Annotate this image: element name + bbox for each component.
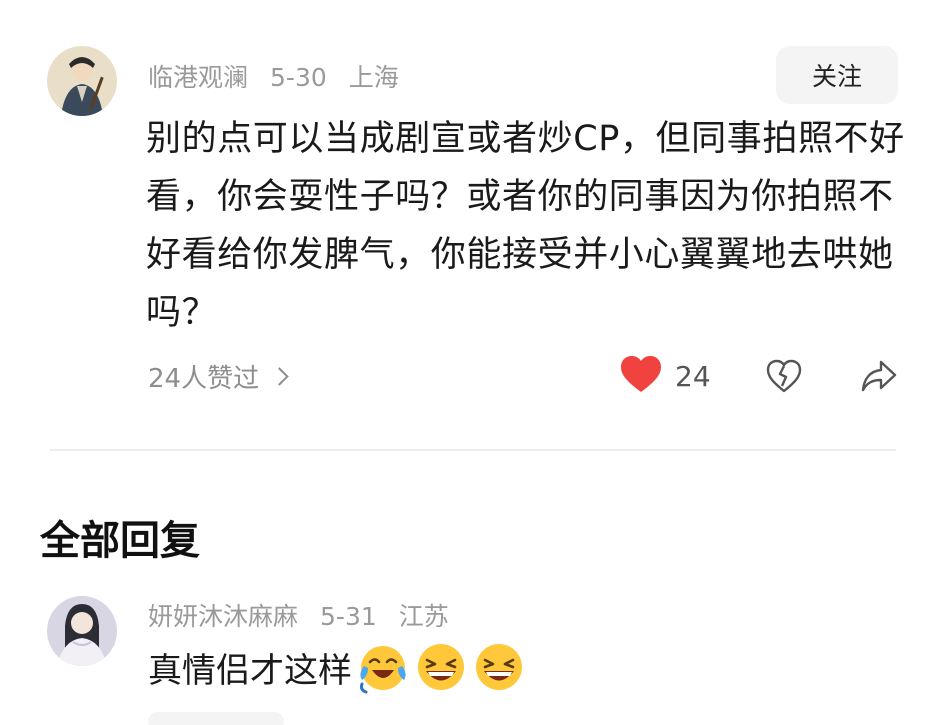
dislike-button[interactable] bbox=[765, 358, 803, 398]
reply-text: 真情侣才这样 bbox=[148, 650, 352, 691]
crying-laughing-emoji bbox=[356, 640, 410, 694]
comment-body: 别的点可以当成剧宣或者炒CP，但同事拍照不好看，你会耍性子吗？或者你的同事因为你… bbox=[146, 119, 905, 333]
chevron-right-icon bbox=[270, 367, 289, 386]
comment-location: 上海 bbox=[348, 63, 399, 92]
likers-count-label: 24人赞过 bbox=[148, 364, 260, 394]
like-count: 24 bbox=[675, 359, 711, 393]
replies-section-title: 全部回复 bbox=[40, 518, 200, 564]
section-divider bbox=[50, 449, 896, 451]
reply-author-name[interactable]: 妍妍沐沐麻麻 bbox=[148, 602, 298, 631]
share-icon bbox=[860, 360, 898, 398]
reply-body: 真情侣才这样 bbox=[148, 640, 526, 694]
follow-button[interactable]: 关注 bbox=[776, 46, 898, 104]
comment-meta: 临港观澜 5-30 上海 bbox=[148, 58, 421, 94]
broken-heart-icon bbox=[765, 359, 803, 398]
reply-date: 5-31 bbox=[320, 602, 377, 631]
likers-link[interactable]: 24人赞过 bbox=[148, 358, 289, 395]
reply-meta: 妍妍沐沐麻麻 5-31 江苏 bbox=[148, 597, 471, 633]
like-button[interactable]: 24 bbox=[619, 354, 711, 398]
author-avatar[interactable] bbox=[47, 46, 117, 116]
heart-icon bbox=[619, 354, 663, 398]
grinning-emoji bbox=[472, 640, 526, 694]
comment-date: 5-30 bbox=[270, 63, 327, 92]
reply-author-avatar[interactable] bbox=[47, 596, 117, 666]
reply-location: 江苏 bbox=[398, 602, 449, 631]
share-button[interactable] bbox=[860, 358, 898, 398]
comment-detail-page: 临港观澜 5-30 上海 关注 别的点可以当成剧宣或者炒CP，但同事拍照不好看，你会… bbox=[0, 0, 946, 725]
grinning-emoji bbox=[414, 640, 468, 694]
author-name[interactable]: 临港观澜 bbox=[148, 63, 248, 92]
reply-action-chip[interactable] bbox=[148, 712, 284, 725]
